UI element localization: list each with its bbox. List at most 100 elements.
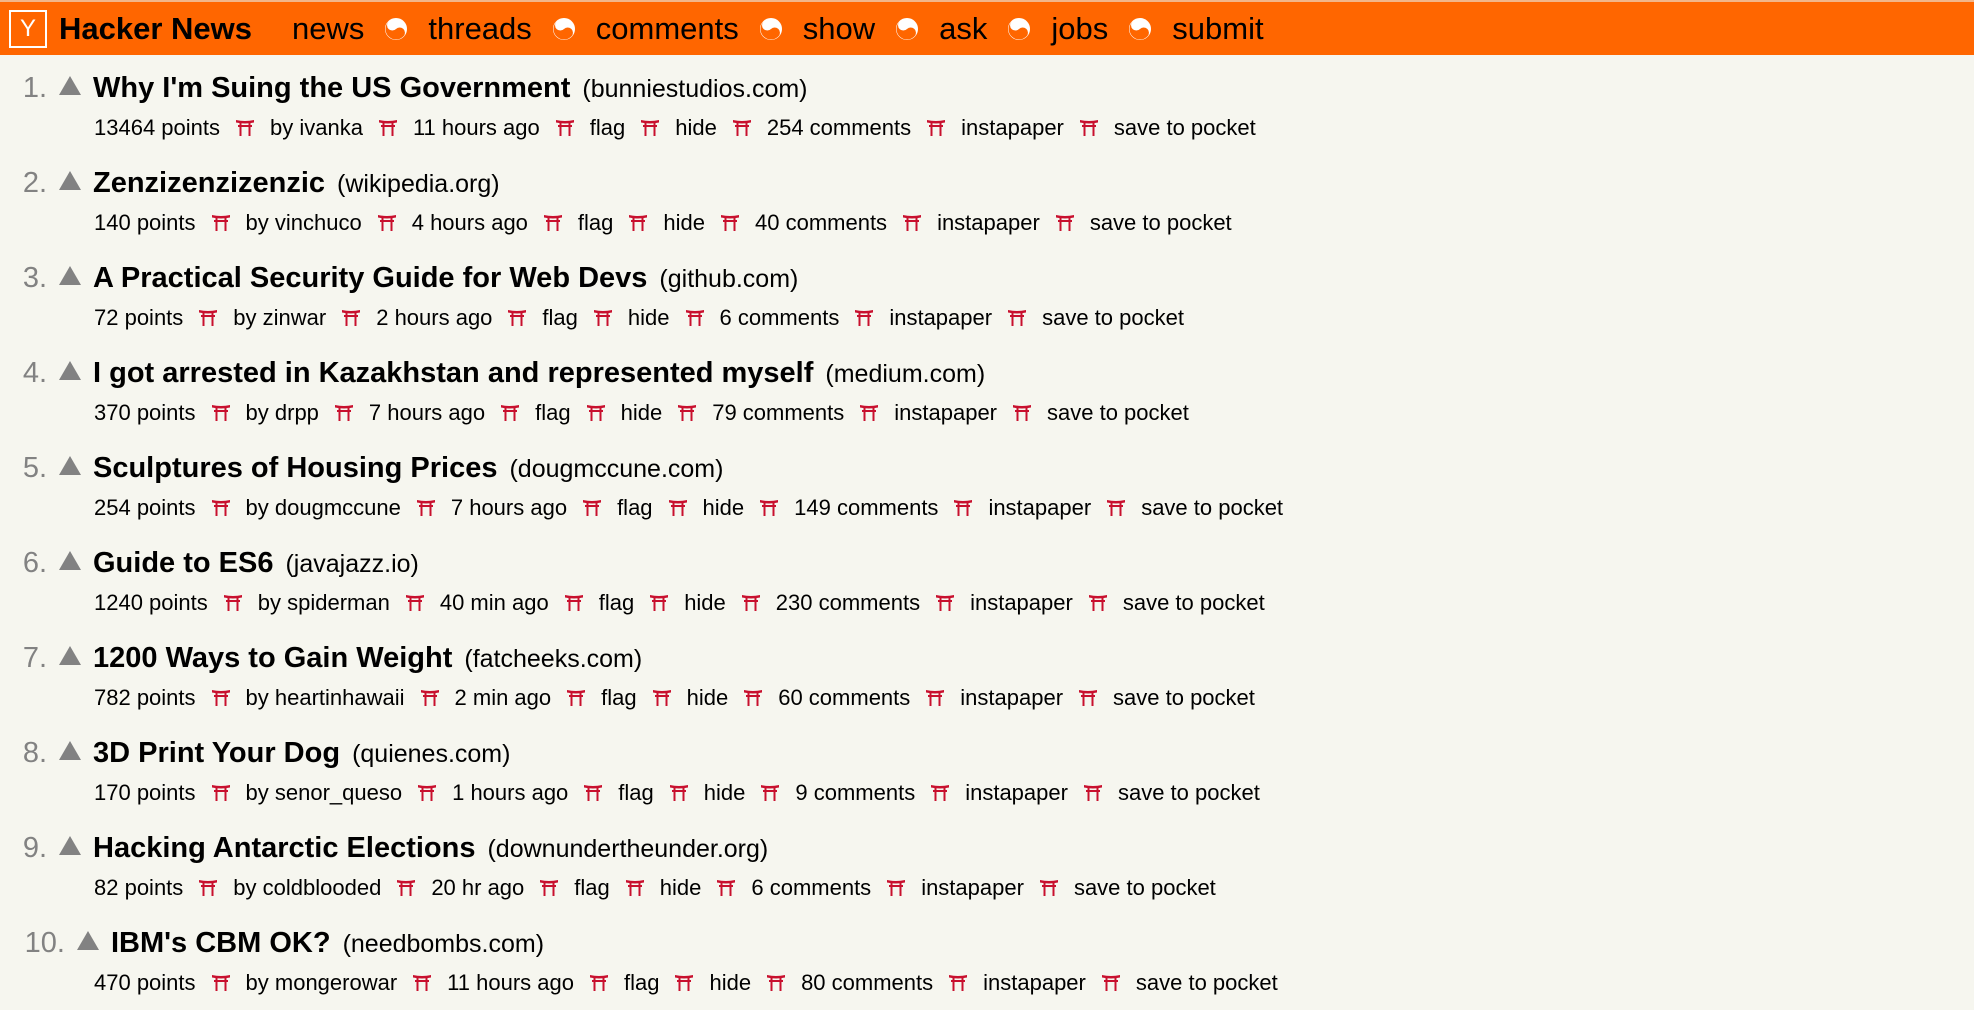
instapaper-link[interactable]: instapaper xyxy=(937,210,1040,236)
save-to-pocket-link[interactable]: save to pocket xyxy=(1136,970,1278,996)
story-author[interactable]: by mongerowar xyxy=(246,970,398,996)
flag-link[interactable]: flag xyxy=(542,305,577,331)
story-site[interactable]: (fatcheeks.com) xyxy=(464,645,642,674)
story-age[interactable]: 1 hours ago xyxy=(452,780,568,806)
instapaper-link[interactable]: instapaper xyxy=(965,780,1068,806)
flag-link[interactable]: flag xyxy=(601,685,636,711)
instapaper-link[interactable]: instapaper xyxy=(921,875,1024,901)
story-site[interactable]: (javajazz.io) xyxy=(285,550,418,579)
save-to-pocket-link[interactable]: save to pocket xyxy=(1118,780,1260,806)
story-site[interactable]: (wikipedia.org) xyxy=(337,170,500,199)
flag-link[interactable]: flag xyxy=(618,780,653,806)
hide-link[interactable]: hide xyxy=(628,305,670,331)
flag-link[interactable]: flag xyxy=(624,970,659,996)
comments-link[interactable]: 79 comments xyxy=(712,400,844,426)
upvote-arrow-icon[interactable] xyxy=(59,741,81,760)
story-author[interactable]: by senor_queso xyxy=(246,780,403,806)
hide-link[interactable]: hide xyxy=(709,970,751,996)
flag-link[interactable]: flag xyxy=(535,400,570,426)
instapaper-link[interactable]: instapaper xyxy=(988,495,1091,521)
instapaper-link[interactable]: instapaper xyxy=(960,685,1063,711)
story-author[interactable]: by heartinhawaii xyxy=(246,685,405,711)
comments-link[interactable]: 254 comments xyxy=(767,115,911,141)
instapaper-link[interactable]: instapaper xyxy=(983,970,1086,996)
y-logo[interactable]: Y xyxy=(9,9,47,48)
instapaper-link[interactable]: instapaper xyxy=(894,400,997,426)
story-author[interactable]: by coldblooded xyxy=(233,875,381,901)
flag-link[interactable]: flag xyxy=(578,210,613,236)
story-author[interactable]: by ivanka xyxy=(270,115,363,141)
story-title-link[interactable]: 1200 Ways to Gain Weight xyxy=(93,642,452,675)
save-to-pocket-link[interactable]: save to pocket xyxy=(1047,400,1189,426)
story-title-link[interactable]: Hacking Antarctic Elections xyxy=(93,832,475,865)
story-age[interactable]: 2 min ago xyxy=(455,685,552,711)
nav-ask[interactable]: ask xyxy=(939,11,987,47)
flag-link[interactable]: flag xyxy=(590,115,625,141)
hide-link[interactable]: hide xyxy=(704,780,746,806)
upvote-arrow-icon[interactable] xyxy=(59,646,81,665)
flag-link[interactable]: flag xyxy=(574,875,609,901)
hide-link[interactable]: hide xyxy=(684,590,726,616)
instapaper-link[interactable]: instapaper xyxy=(970,590,1073,616)
save-to-pocket-link[interactable]: save to pocket xyxy=(1141,495,1283,521)
upvote-arrow-icon[interactable] xyxy=(59,76,81,95)
save-to-pocket-link[interactable]: save to pocket xyxy=(1114,115,1256,141)
save-to-pocket-link[interactable]: save to pocket xyxy=(1113,685,1255,711)
story-title-link[interactable]: A Practical Security Guide for Web Devs xyxy=(93,262,647,295)
story-title-link[interactable]: I got arrested in Kazakhstan and represe… xyxy=(93,357,813,390)
story-age[interactable]: 11 hours ago xyxy=(413,115,540,141)
story-title-link[interactable]: 3D Print Your Dog xyxy=(93,737,340,770)
story-site[interactable]: (medium.com) xyxy=(825,360,985,389)
upvote-arrow-icon[interactable] xyxy=(59,456,81,475)
save-to-pocket-link[interactable]: save to pocket xyxy=(1090,210,1232,236)
comments-link[interactable]: 149 comments xyxy=(794,495,938,521)
hide-link[interactable]: hide xyxy=(621,400,663,426)
save-to-pocket-link[interactable]: save to pocket xyxy=(1074,875,1216,901)
upvote-arrow-icon[interactable] xyxy=(59,171,81,190)
flag-link[interactable]: flag xyxy=(599,590,634,616)
nav-show[interactable]: show xyxy=(803,11,875,47)
nav-threads[interactable]: threads xyxy=(428,11,531,47)
nav-news[interactable]: news xyxy=(292,11,364,47)
upvote-arrow-icon[interactable] xyxy=(59,266,81,285)
instapaper-link[interactable]: instapaper xyxy=(961,115,1064,141)
comments-link[interactable]: 60 comments xyxy=(778,685,910,711)
comments-link[interactable]: 6 comments xyxy=(751,875,871,901)
story-author[interactable]: by drpp xyxy=(246,400,319,426)
flag-link[interactable]: flag xyxy=(617,495,652,521)
save-to-pocket-link[interactable]: save to pocket xyxy=(1123,590,1265,616)
upvote-arrow-icon[interactable] xyxy=(59,551,81,570)
story-title-link[interactable]: Sculptures of Housing Prices xyxy=(93,452,497,485)
instapaper-link[interactable]: instapaper xyxy=(889,305,992,331)
story-age[interactable]: 4 hours ago xyxy=(412,210,528,236)
hide-link[interactable]: hide xyxy=(663,210,705,236)
hide-link[interactable]: hide xyxy=(675,115,717,141)
story-title-link[interactable]: Guide to ES6 xyxy=(93,547,273,580)
comments-link[interactable]: 80 comments xyxy=(801,970,933,996)
hide-link[interactable]: hide xyxy=(703,495,745,521)
site-title[interactable]: Hacker News xyxy=(59,11,252,47)
upvote-arrow-icon[interactable] xyxy=(59,361,81,380)
hide-link[interactable]: hide xyxy=(660,875,702,901)
save-to-pocket-link[interactable]: save to pocket xyxy=(1042,305,1184,331)
comments-link[interactable]: 40 comments xyxy=(755,210,887,236)
nav-jobs[interactable]: jobs xyxy=(1051,11,1108,47)
story-age[interactable]: 40 min ago xyxy=(440,590,549,616)
story-site[interactable]: (dougmccune.com) xyxy=(509,455,723,484)
story-title-link[interactable]: IBM's CBM OK? xyxy=(111,927,331,960)
story-site[interactable]: (needbombs.com) xyxy=(343,930,544,959)
upvote-arrow-icon[interactable] xyxy=(77,931,99,950)
story-title-link[interactable]: Zenzizenzizenzic xyxy=(93,167,325,200)
story-site[interactable]: (quienes.com) xyxy=(352,740,510,769)
upvote-arrow-icon[interactable] xyxy=(59,836,81,855)
story-author[interactable]: by zinwar xyxy=(233,305,326,331)
comments-link[interactable]: 9 comments xyxy=(795,780,915,806)
hide-link[interactable]: hide xyxy=(687,685,729,711)
comments-link[interactable]: 230 comments xyxy=(776,590,920,616)
comments-link[interactable]: 6 comments xyxy=(720,305,840,331)
story-age[interactable]: 11 hours ago xyxy=(447,970,574,996)
nav-comments[interactable]: comments xyxy=(596,11,739,47)
story-site[interactable]: (github.com) xyxy=(659,265,798,294)
story-title-link[interactable]: Why I'm Suing the US Government xyxy=(93,72,570,105)
story-author[interactable]: by spiderman xyxy=(258,590,390,616)
